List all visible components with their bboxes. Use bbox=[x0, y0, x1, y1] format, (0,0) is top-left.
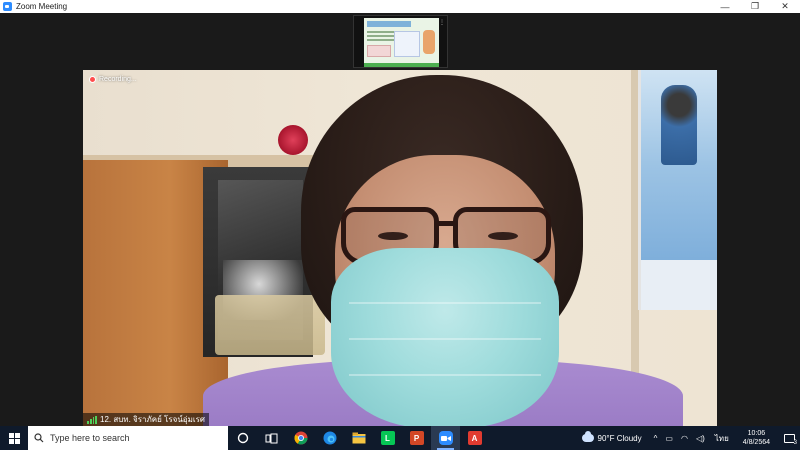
poster-figure bbox=[661, 85, 697, 165]
mask-fold bbox=[349, 374, 541, 376]
weather-text: 90°F Cloudy bbox=[597, 433, 642, 443]
slide-box-graphic bbox=[367, 45, 391, 57]
chrome-button[interactable] bbox=[286, 426, 315, 450]
acrobat-button[interactable]: A bbox=[460, 426, 489, 450]
close-button[interactable]: ✕ bbox=[770, 0, 800, 13]
line-icon: L bbox=[380, 431, 395, 445]
edge-button[interactable] bbox=[315, 426, 344, 450]
shared-screen-thumbnail[interactable]: ⋮ bbox=[353, 15, 448, 68]
search-placeholder: Type here to search bbox=[50, 433, 130, 443]
edge-icon bbox=[323, 431, 336, 445]
mask-fold bbox=[349, 302, 541, 304]
weather-widget[interactable]: 90°F Cloudy bbox=[581, 431, 642, 443]
search-icon bbox=[28, 433, 50, 443]
poster-footer bbox=[641, 260, 717, 310]
cloud-icon bbox=[581, 431, 594, 442]
recording-dot-icon bbox=[89, 76, 96, 83]
system-tray: 90°F Cloudy ^ ▭ ◠ ◁) ไทย 10:06 4/8/2564 … bbox=[581, 426, 800, 450]
slide-preview bbox=[364, 18, 439, 67]
clock-date: 4/8/2564 bbox=[742, 439, 770, 446]
window-titlebar: Zoom Meeting — ❐ ✕ bbox=[0, 0, 800, 13]
zoom-button[interactable] bbox=[431, 426, 460, 450]
meeting-area: ⋮ Recording... 12. สบท. จิราภัคย์ โรจน์อ… bbox=[0, 13, 800, 426]
participant-nameplate: 12. สบท. จิราภัคย์ โรจน์อุ่มเรศ bbox=[83, 413, 209, 426]
chrome-icon bbox=[294, 431, 307, 445]
acrobat-icon: A bbox=[467, 431, 482, 445]
task-view-icon bbox=[265, 433, 278, 443]
slide-box-graphic bbox=[394, 31, 420, 57]
recording-indicator[interactable]: Recording... bbox=[89, 76, 137, 83]
cortana-button[interactable] bbox=[228, 426, 257, 450]
input-language[interactable]: ไทย bbox=[715, 432, 729, 445]
more-options-icon[interactable]: ⋮ bbox=[439, 19, 445, 26]
battery-icon[interactable]: ▭ bbox=[665, 434, 673, 443]
person-face-mask bbox=[331, 248, 559, 426]
clock-time: 10:06 bbox=[747, 430, 766, 437]
zoom-icon bbox=[438, 431, 453, 445]
window-title: Zoom Meeting bbox=[16, 2, 68, 11]
taskbar-search-box[interactable]: Type here to search bbox=[28, 426, 228, 450]
video-poster bbox=[638, 70, 717, 310]
file-explorer-icon bbox=[352, 432, 365, 444]
mask-fold bbox=[349, 338, 541, 340]
slide-figure-graphic bbox=[423, 30, 435, 54]
cortana-icon bbox=[237, 432, 248, 444]
slide-header-graphic bbox=[367, 21, 411, 27]
taskbar-clock[interactable]: 10:06 4/8/2564 bbox=[743, 429, 770, 447]
window-controls: — ❐ ✕ bbox=[710, 0, 800, 13]
slide-footer-graphic bbox=[364, 63, 439, 67]
file-explorer-button[interactable] bbox=[344, 426, 373, 450]
zoom-logo-icon bbox=[3, 2, 12, 11]
active-speaker-video: Recording... 12. สบท. จิราภัคย์ โรจน์อุ่… bbox=[83, 70, 717, 426]
action-center-button[interactable]: 3 bbox=[778, 426, 800, 450]
show-hidden-icons-chevron-up-icon[interactable]: ^ bbox=[654, 434, 658, 443]
minimize-button[interactable]: — bbox=[710, 0, 740, 13]
connection-signal-icon bbox=[87, 415, 97, 424]
windows-logo-icon bbox=[8, 432, 20, 444]
video-bottles bbox=[215, 295, 325, 355]
recording-label: Recording... bbox=[99, 76, 137, 83]
task-view-button[interactable] bbox=[257, 426, 286, 450]
network-icon[interactable]: ◠ bbox=[681, 434, 688, 443]
start-button[interactable] bbox=[0, 426, 28, 450]
notification-count: 3 bbox=[793, 440, 797, 446]
participant-name: 12. สบท. จิราภัคย์ โรจน์อุ่มเรศ bbox=[100, 415, 205, 424]
volume-icon[interactable]: ◁) bbox=[696, 434, 705, 443]
maximize-button[interactable]: ❐ bbox=[740, 0, 770, 13]
video-flower bbox=[278, 125, 308, 155]
powerpoint-button[interactable]: P bbox=[402, 426, 431, 450]
windows-taskbar: Type here to search L P A 90°F Cloudy ^ … bbox=[0, 426, 800, 450]
line-button[interactable]: L bbox=[373, 426, 402, 450]
powerpoint-icon: P bbox=[409, 431, 424, 445]
